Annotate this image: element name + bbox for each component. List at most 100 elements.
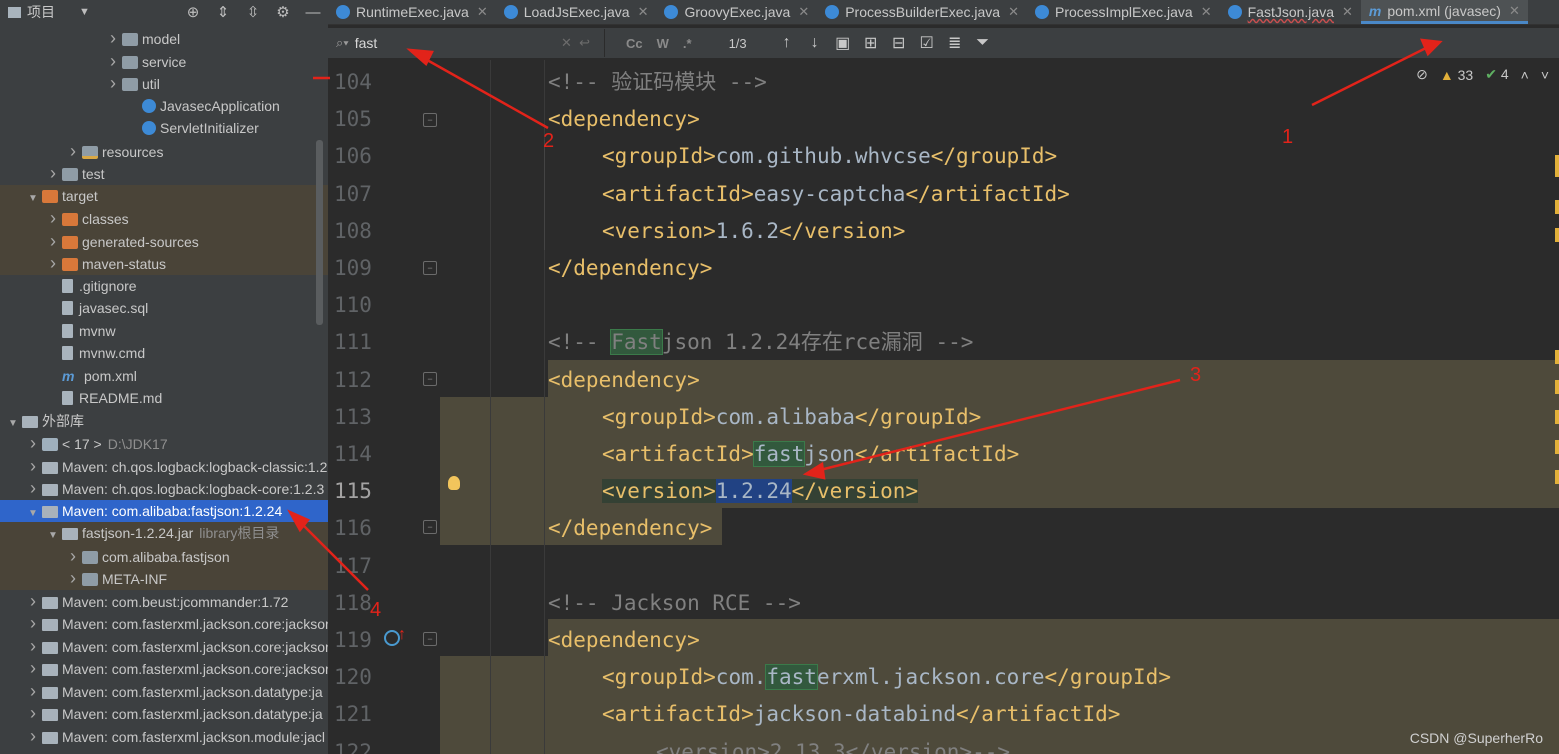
tree-item[interactable]: › maven-status [0, 252, 328, 275]
chevron-right-icon[interactable]: › [26, 680, 40, 703]
chevron-right-icon[interactable]: › [26, 590, 40, 613]
tree-item[interactable]: mvnw [0, 320, 328, 343]
inspection-widget[interactable]: ⊘ ▲ 33 ✔ 4 ˄ ˅ [1416, 66, 1549, 83]
arrow-up-icon[interactable]: ↑ [773, 34, 801, 52]
editor-tab[interactable]: RuntimeExec.java ✕ [328, 0, 496, 24]
tree-item[interactable]: › Maven: ch.qos.logback:logback-classic:1… [0, 455, 328, 478]
chevron-right-icon[interactable]: › [26, 725, 40, 748]
whole-words-toggle[interactable]: W [650, 36, 676, 51]
chevron-right-icon[interactable]: › [26, 612, 40, 635]
tree-item[interactable]: › Maven: com.fasterxml.jackson.core:jacks… [0, 612, 328, 635]
tree-item[interactable]: › Maven: ch.qos.logback:logback-core:1.2.… [0, 477, 328, 500]
select-all-occurrences-icon[interactable]: ☑ [913, 33, 941, 53]
close-icon[interactable]: ✕ [1342, 4, 1353, 20]
chevron-right-icon[interactable]: › [26, 657, 40, 680]
chevron-right-icon[interactable]: › [46, 162, 60, 185]
chevron-right-icon[interactable]: › [106, 50, 120, 73]
chevron-right-icon[interactable]: › [66, 140, 80, 163]
chevron-right-icon[interactable]: › [106, 72, 120, 95]
scrollbar[interactable] [316, 140, 323, 325]
tree-item[interactable]: ›Maven: com.fasterxml.jackson.module:jac… [0, 747, 328, 754]
tree-item[interactable]: JavasecApplication [0, 95, 328, 118]
expand-all-icon[interactable]: ⇕ [208, 3, 238, 21]
match-case-toggle[interactable]: Cc [619, 36, 650, 51]
chevron-right-icon[interactable]: › [26, 702, 40, 725]
search-icon[interactable]: ⌕▾ [336, 35, 349, 51]
fold-icon[interactable]: − [423, 520, 437, 534]
tree-item[interactable]: ▼ fastjson-1.2.24.jar library根目录 [0, 522, 328, 545]
chevron-right-icon[interactable]: › [26, 432, 40, 455]
error-stripe-mark[interactable] [1555, 228, 1559, 242]
tree-item[interactable]: javasec.sql [0, 297, 328, 320]
project-title[interactable]: 项目 [27, 2, 55, 22]
arrow-down-icon[interactable]: ↓ [801, 34, 829, 52]
search-input[interactable]: fast [355, 35, 378, 51]
editor-tab[interactable]: LoadJsExec.java ✕ [496, 0, 657, 24]
error-stripe-mark[interactable] [1555, 350, 1559, 364]
chevron-right-icon[interactable]: › [46, 230, 60, 253]
open-in-window-icon[interactable]: ▣ [829, 33, 857, 53]
tree-item[interactable]: › Maven: com.fasterxml.jackson.core:jacks… [0, 635, 328, 658]
tree-item[interactable]: .gitignore [0, 275, 328, 298]
tree-item[interactable]: ▼ 外部库 [0, 410, 328, 433]
tree-item[interactable]: m pom.xml [0, 365, 328, 388]
close-icon[interactable]: ✕ [1008, 4, 1019, 20]
chevron-right-icon[interactable]: › [46, 252, 60, 275]
error-stripe-mark[interactable] [1555, 410, 1559, 424]
editor-tab[interactable]: m pom.xml (javasec) ✕ [1360, 0, 1528, 24]
tree-item[interactable]: README.md [0, 387, 328, 410]
error-stripe-mark[interactable] [1555, 440, 1559, 454]
error-stripe-mark[interactable] [1555, 470, 1559, 484]
tree-item[interactable]: ▼ target [0, 184, 328, 207]
chevron-right-icon[interactable]: › [26, 635, 40, 658]
fold-icon[interactable]: − [423, 632, 437, 646]
tree-item[interactable]: › com.alibaba.fastjson [0, 544, 328, 568]
tree-item[interactable]: › Maven: com.fasterxml.jackson.core:jacks… [0, 657, 328, 680]
lightbulb-icon[interactable] [448, 476, 460, 490]
fold-icon[interactable]: − [423, 372, 437, 386]
filter-icon[interactable]: ⏷ [969, 34, 997, 52]
chevron-right-icon[interactable]: › [26, 747, 40, 754]
eye-off-icon[interactable]: ⊘ [1416, 66, 1428, 83]
tree-item[interactable]: › test [0, 162, 328, 185]
clear-icon[interactable]: ✕ ↩ [561, 35, 590, 51]
editor-tab[interactable]: ProcessImplExec.java ✕ [1027, 0, 1220, 24]
close-icon[interactable]: ✕ [638, 4, 649, 20]
tree-item[interactable]: › META-INF [0, 567, 328, 590]
chevron-right-icon[interactable]: › [106, 27, 120, 50]
tree-item[interactable]: › service [0, 50, 328, 73]
multiline-icon[interactable]: ≣ [941, 33, 969, 53]
close-icon[interactable]: ✕ [1509, 3, 1520, 19]
add-occurrence-icon[interactable]: ⊞ [857, 33, 885, 53]
target-icon[interactable]: ⊕ [178, 3, 208, 21]
fold-icon[interactable]: − [423, 113, 437, 127]
minimize-icon[interactable]: — [298, 4, 328, 21]
tree-item[interactable]: ▼ Maven: com.alibaba:fastjson:1.2.24 [0, 499, 328, 522]
ok-count[interactable]: ✔ 4 [1485, 66, 1508, 83]
chevron-down-icon[interactable]: ˅ [1541, 67, 1549, 83]
tree-item[interactable]: › model [0, 27, 328, 50]
tree-item[interactable]: ServletInitializer [0, 117, 328, 140]
editor-tab[interactable]: GroovyExec.java ✕ [656, 0, 817, 24]
error-stripe-mark[interactable] [1555, 155, 1559, 177]
tree-item[interactable]: › util [0, 72, 328, 95]
chevron-up-icon[interactable]: ˄ [1521, 67, 1529, 83]
chevron-right-icon[interactable]: › [66, 567, 80, 590]
chevron-right-icon[interactable]: › [26, 477, 40, 500]
regex-toggle[interactable]: .* [676, 36, 699, 51]
fold-icon[interactable]: − [423, 261, 437, 275]
collapse-all-icon[interactable]: ⇳ [238, 3, 268, 21]
tree-item[interactable]: › classes [0, 207, 328, 230]
tree-item[interactable]: › Maven: com.fasterxml.jackson.datatype:j… [0, 680, 328, 703]
editor-tab[interactable]: ProcessBuilderExec.java ✕ [817, 0, 1027, 24]
chevron-down-icon[interactable]: ▼ [79, 6, 90, 18]
tree-item[interactable]: › generated-sources [0, 229, 328, 253]
remove-occurrence-icon[interactable]: ⊟ [885, 33, 913, 53]
gear-icon[interactable]: ⚙ [268, 3, 298, 21]
chevron-right-icon[interactable]: › [66, 545, 80, 568]
close-icon[interactable]: ✕ [1201, 4, 1212, 20]
editor-tab[interactable]: FastJson.java ✕ [1220, 0, 1361, 24]
tree-item[interactable]: › resources [0, 140, 328, 163]
close-icon[interactable]: ✕ [477, 4, 488, 20]
chevron-right-icon[interactable]: › [46, 207, 60, 230]
